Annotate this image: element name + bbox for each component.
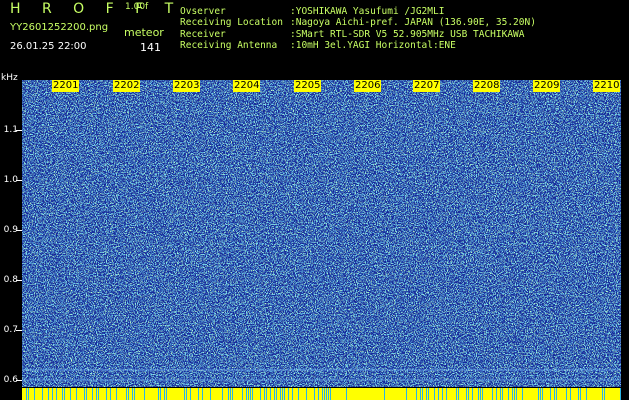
info-row: Ovserver :YOSHIKAWA Yasufumi /JG2MLI (180, 6, 536, 17)
time-label: 2203 (173, 80, 201, 92)
info-value: :Nagoya Aichi-pref. JAPAN (136.90E, 35.2… (290, 17, 536, 29)
time-label: 2205 (294, 80, 322, 92)
filename: YY2601252200.png (10, 22, 109, 33)
time-label: 2209 (533, 80, 561, 92)
time-label: 2206 (354, 80, 382, 92)
info-row: Receiver :SMart RTL-SDR V5 52.905MHz USB … (180, 29, 536, 40)
meteor-label: meteor (124, 26, 164, 39)
time-label: 2201 (52, 80, 80, 92)
time-label: 2208 (473, 80, 501, 92)
spectrogram[interactable] (22, 80, 621, 387)
header: H R O F F T 1.00f YY2601252200.png meteo… (0, 0, 629, 78)
app-version: 1.00f (125, 2, 149, 12)
info-value: :10mH 3el.YAGI Horizontal:ENE (290, 39, 456, 51)
info-value: :SMart RTL-SDR V5 52.905MHz USB TACHIKAW… (290, 28, 525, 40)
meteor-count: 141 (140, 41, 161, 54)
time-label: 2204 (233, 80, 261, 92)
info-key: Receiving Location (180, 17, 283, 29)
info-key: Receiving Antenna (180, 39, 278, 51)
info-row: Receiving Antenna :10mH 3el.YAGI Horizont… (180, 40, 536, 51)
detection-strip (22, 388, 621, 400)
spectrogram-canvas (22, 80, 621, 387)
time-label: 2202 (113, 80, 141, 92)
time-label: 2210 (593, 80, 621, 92)
info-key: Ovserver (180, 6, 226, 17)
frequency-axis: 1.1 1.0 0.9 0.8 0.7 0.6 (0, 80, 22, 387)
app-name: H R O F F T (10, 1, 182, 17)
datetime: 26.01.25 22:00 (10, 41, 87, 52)
station-info: Ovserver :YOSHIKAWA Yasufumi /JG2MLI Rece… (180, 6, 536, 51)
time-label: 2207 (413, 80, 441, 92)
info-value: :YOSHIKAWA Yasufumi /JG2MLI (290, 6, 445, 17)
info-key: Receiver (180, 28, 226, 40)
info-row: Receiving Location :Nagoya Aichi-pref. JA… (180, 17, 536, 28)
